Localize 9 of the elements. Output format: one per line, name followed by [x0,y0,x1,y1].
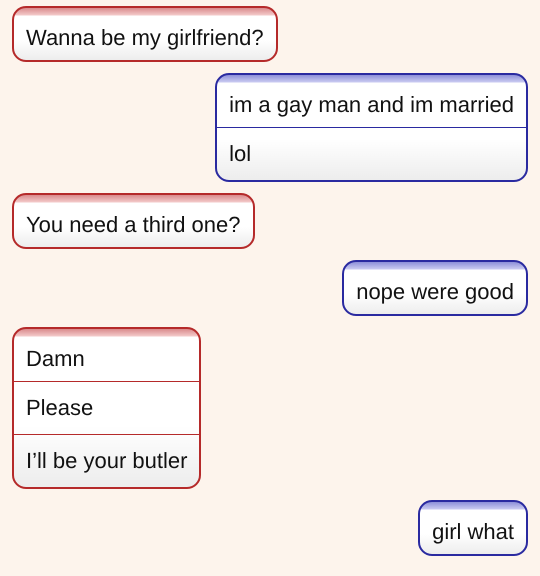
message-text: Damn [25,345,86,373]
message-text: I’ll be your butler [14,434,200,487]
message-text: lol [217,127,526,180]
message-text: girl what [431,518,515,546]
message-text: Wanna be my girlfriend? [25,24,265,52]
message-text: You need a third one? [25,211,242,239]
message-text: im a gay man and im married [228,91,515,119]
message-text: nope were good [355,278,515,306]
message-text: Please [14,381,200,434]
